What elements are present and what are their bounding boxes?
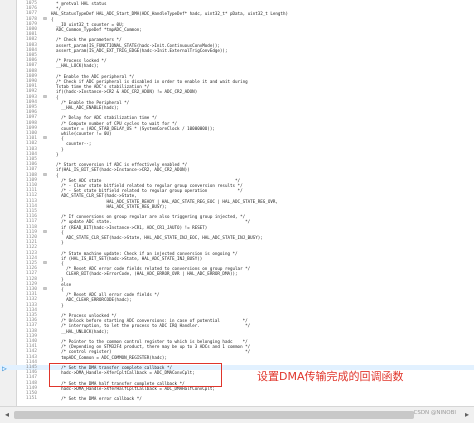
- scroll-left-icon[interactable]: ◂: [2, 410, 12, 420]
- annotation-label: 设置DMA传输完成的回调函数: [257, 370, 404, 383]
- horizontal-scrollbar[interactable]: ◂ ▸: [0, 406, 474, 423]
- code-line[interactable]: 1151 /* Set the DMA error callback */: [0, 396, 474, 401]
- fold-toggle-icon: [42, 396, 48, 402]
- annotation-highlight-box: [49, 363, 222, 387]
- watermark: CSDN @NINOBI: [413, 410, 456, 416]
- code-editor[interactable]: 1075 * @retval HAL status 1076 */1077 HAL_…: [0, 0, 474, 406]
- code-text: /* Set the DMA error callback */: [51, 396, 142, 402]
- scroll-right-icon[interactable]: ▸: [462, 410, 472, 420]
- line-number: 1151: [25, 396, 37, 402]
- scrollbar-thumb[interactable]: [14, 411, 414, 419]
